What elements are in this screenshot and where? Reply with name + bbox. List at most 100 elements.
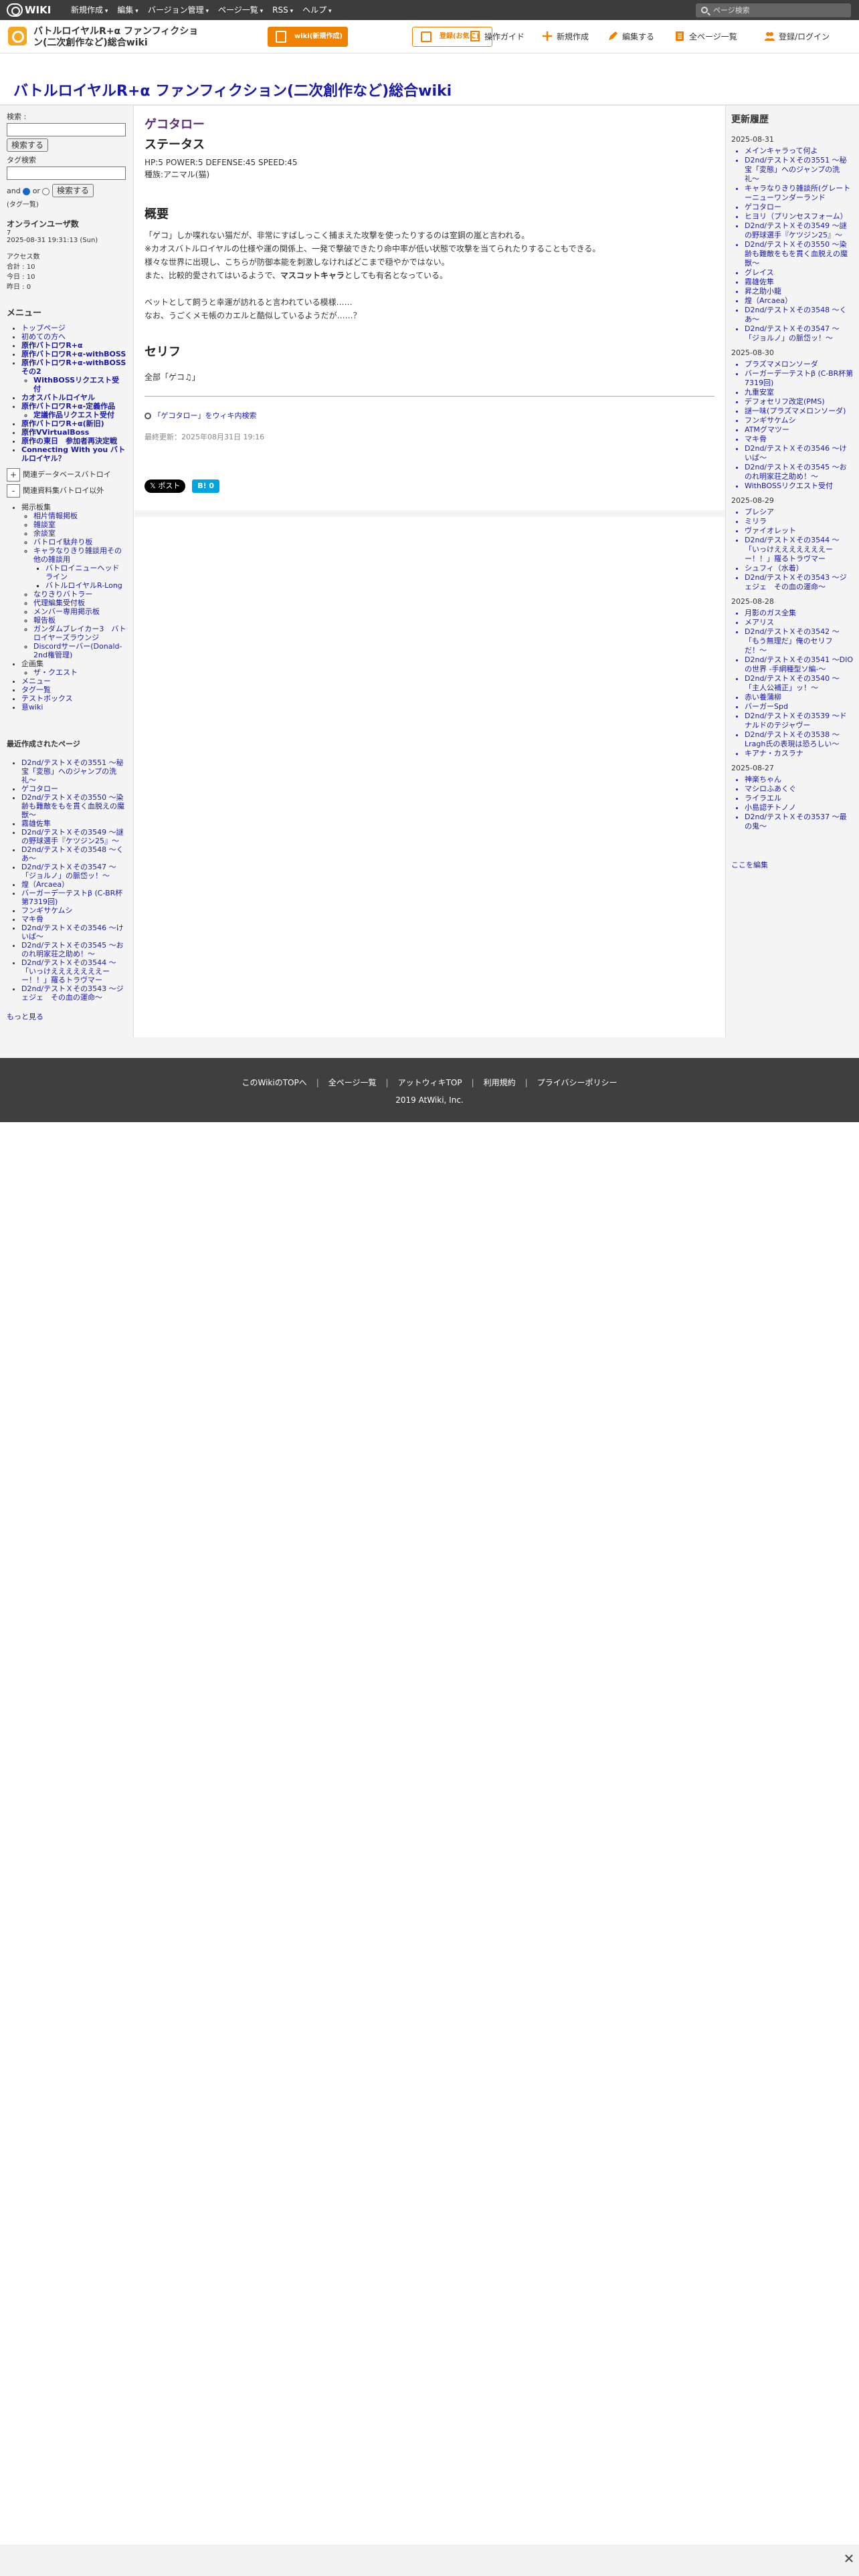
history-item[interactable]: ライラエル [745, 794, 854, 803]
tree-item[interactable]: ザ・クエスト [33, 668, 126, 677]
tree-item-label[interactable]: 余談室 [33, 529, 56, 538]
history-item[interactable]: D2nd/テストＸその3542 〜「もう無理だ」俺のセリフだ！〜 [745, 627, 854, 655]
history-item[interactable]: プラズマメロンソーダ [745, 360, 854, 369]
tree-item-label[interactable]: メニュー [21, 677, 51, 685]
list-item-link[interactable]: D2nd/テストＸその3545 〜おのれ明家荘之助め！〜 [21, 941, 124, 958]
list-item-link[interactable]: D2nd/テストＸその3548 〜くあ〜 [21, 845, 124, 863]
toggle-docs[interactable]: - 関連資料集バトロイ以外 [7, 484, 126, 498]
history-item[interactable]: D2nd/テストＸその3547 〜「ジョルノ」の脈岱ッ！〜 [745, 324, 854, 343]
list-item-link[interactable]: D2nd/テストＸその3547 〜「ジョルノ」の脈岱ッ！〜 [21, 863, 116, 880]
list-item[interactable]: D2nd/テストＸその3546 〜けいば〜 [21, 924, 126, 941]
history-item[interactable]: D2nd/テストＸその3546 〜けいば〜 [745, 444, 854, 463]
menu-item-label[interactable]: 原作バトロワR+α [21, 341, 83, 350]
history-item[interactable]: 謎一味(プラズマメロンソーダ) [745, 407, 854, 416]
menu-pages[interactable]: ページ一覧 [218, 0, 263, 20]
history-item[interactable]: D2nd/テストＸその3540 〜「主人公補正」ッ！〜 [745, 674, 854, 693]
tree-item-label[interactable]: 相片情報掲板 [33, 512, 78, 520]
history-item[interactable]: 月影のガス全集 [745, 609, 854, 618]
tree-item[interactable]: 雑談室 [33, 520, 126, 529]
history-item[interactable]: 神楽ちゃん [745, 775, 854, 784]
and-radio[interactable] [23, 187, 31, 195]
history-item[interactable]: D2nd/テストＸその3548 〜くあ〜 [745, 306, 854, 324]
menu-item[interactable]: 原作バトロワR+α-定義作品 定議作品リクエスト受付 [21, 402, 126, 419]
history-item[interactable]: 小島認チトノノ [745, 803, 854, 813]
create-wiki-button[interactable]: wiki(新規作成) [268, 27, 348, 47]
menu-item-label[interactable]: 定議作品リクエスト受付 [33, 411, 114, 419]
toggle-db[interactable]: + 関連データベースバトロイ [7, 468, 126, 481]
history-item[interactable]: D2nd/テストＸその3541 〜DIOの世界 -手網種型ソ編-〜 [745, 655, 854, 674]
tag-search-input[interactable] [7, 167, 126, 180]
history-item[interactable]: 昇之助小龍 [745, 287, 854, 296]
list-item-link[interactable]: D2nd/テストＸその3551 〜秘宝「変態」へのジャンプの洗礼〜 [21, 758, 124, 784]
wiki-logo-icon[interactable] [8, 27, 27, 45]
menu-version[interactable]: バージョン管理 [148, 0, 209, 20]
tree-item-label[interactable]: 代理編集受付板 [33, 599, 85, 607]
menu-item-label[interactable]: トップページ [21, 324, 66, 332]
menu-help[interactable]: ヘルプ [302, 0, 331, 20]
menu-item[interactable]: Connecting With you バトルロイヤル？ [21, 445, 126, 463]
menu-item-label[interactable]: カオスバトルロイヤル [21, 393, 95, 402]
sidebar-search-button[interactable]: 検索する [7, 138, 49, 152]
menu-item[interactable]: 原作バトロワR+α [21, 341, 126, 350]
sidebar-search-input[interactable] [7, 123, 126, 136]
menu-item[interactable]: 初めての方へ [21, 332, 126, 341]
tree-item[interactable]: メンバー専用掲示板 [33, 607, 126, 616]
history-item[interactable]: D2nd/テストＸその3539 〜ドナルドのテジャヴー [745, 712, 854, 730]
history-item[interactable]: 九重安室 [745, 388, 854, 397]
menu-item-label[interactable]: 原作バトロワR+α-定義作品 [21, 402, 115, 411]
menu-item-label[interactable]: 原作バトロワR+α(新旧) [21, 419, 104, 428]
history-item[interactable]: ヒヨリ（プリンセスフォーム） [745, 212, 854, 221]
history-item[interactable]: バーガーデ一テストβ (C-BR杯第7319回) [745, 369, 854, 388]
list-item[interactable]: D2nd/テストＸその3543 〜ジェジェ その血の運命〜 [21, 984, 126, 1002]
list-item-link[interactable]: D2nd/テストＸその3543 〜ジェジェ その血の運命〜 [21, 984, 124, 1002]
list-item[interactable]: ゲコタロー [21, 784, 126, 793]
tree-item-label[interactable]: Discordサーバー(Donald-2nd権管理) [33, 642, 122, 659]
tree-item[interactable]: キャラなりきり雑談用その他の雑談用 バトロイニューヘッドライン バトルロイヤルR… [33, 546, 126, 590]
history-item[interactable]: マシロふあくぐ [745, 784, 854, 794]
menu-item[interactable]: トップページ [21, 324, 126, 332]
history-item[interactable]: メアリス [745, 618, 854, 627]
history-item[interactable]: 赤い養蒲柳 [745, 693, 854, 702]
tag-search-button[interactable]: 検索する [52, 184, 94, 197]
list-item[interactable]: フンギサケムシ [21, 906, 126, 915]
history-item[interactable]: ゲコタロー [745, 203, 854, 212]
history-item[interactable]: プレシア [745, 508, 854, 517]
menu-item-label[interactable]: Connecting With you バトルロイヤル？ [21, 445, 125, 463]
history-item[interactable]: バーガーSpd [745, 702, 854, 712]
menu-new[interactable]: 新規作成 [71, 0, 108, 20]
history-item[interactable]: シュフィ（水着） [745, 564, 854, 573]
list-item[interactable]: D2nd/テストＸその3549 〜謎の野球選手『ケツジン25』〜 [21, 828, 126, 845]
history-item[interactable]: ヴァイオレット [745, 526, 854, 536]
list-item-link[interactable]: フンギサケムシ [21, 906, 72, 915]
history-item[interactable]: D2nd/テストＸその3545 〜おのれ明家荘之助め！〜 [745, 463, 854, 481]
list-item-link[interactable]: ゲコタロー [21, 784, 58, 793]
list-item[interactable]: D2nd/テストＸその3548 〜くあ〜 [21, 845, 126, 863]
new-page-link[interactable]: 新規作成 [541, 20, 589, 53]
page-title[interactable]: バトルロイヤルR+α ファンフィクション(二次創作など)総合wiki [13, 79, 452, 100]
history-item[interactable]: 霧雄佐隼 [745, 278, 854, 287]
menu-item-label[interactable]: 原作バトロワR+α-withBOSSその2 [21, 358, 126, 376]
tree-item-label[interactable]: バトロイニューヘッドライン [45, 564, 119, 581]
tree-item-label[interactable]: 意wiki [21, 703, 43, 712]
close-icon[interactable]: ✕ [842, 2551, 856, 2566]
history-item[interactable]: 煌（Arcaea） [745, 296, 854, 306]
tree-item-label[interactable]: 雑談室 [33, 520, 56, 529]
collapse-toggle[interactable]: - [7, 484, 20, 498]
history-item[interactable]: WithBOSSリクエスト受付 [745, 481, 854, 491]
history-item[interactable]: D2nd/テストＸその3544 〜「いっけえええええええーー！！」羅るトラヴマー [745, 536, 854, 564]
history-item[interactable]: フンギサケムシ [745, 416, 854, 425]
x-post-button[interactable]: 𝕏 ポスト [145, 479, 186, 493]
history-item[interactable]: マキ骨 [745, 435, 854, 444]
tree-item[interactable]: 意wiki [21, 703, 126, 712]
list-item-link[interactable]: マキ骨 [21, 915, 43, 924]
history-item[interactable]: D2nd/テストＸその3537 〜最の鬼〜 [745, 813, 854, 831]
list-item[interactable]: D2nd/テストＸその3545 〜おのれ明家荘之助め！〜 [21, 941, 126, 958]
history-item[interactable]: グレイス [745, 268, 854, 278]
wiki-search-row[interactable]: 「ゲコタロー」をウィキ内検索 [145, 410, 714, 421]
history-item[interactable]: ATMグマツー [745, 425, 854, 435]
history-item[interactable]: D2nd/テストＸその3550 〜染齢も難敵をもを貫く血脱えの魔獣〜 [745, 240, 854, 268]
tree-item[interactable]: バトルロイヤルR-Long [45, 581, 126, 590]
menu-subitem[interactable]: WithBOSSリクエスト受付 [33, 376, 126, 393]
list-item[interactable]: D2nd/テストＸその3544 〜「いっけえええええええーー！！」羅るトラヴマー [21, 958, 126, 984]
tree-item[interactable]: ガンダムブレイカー3 バトロイヤーズラウンジ [33, 625, 126, 642]
